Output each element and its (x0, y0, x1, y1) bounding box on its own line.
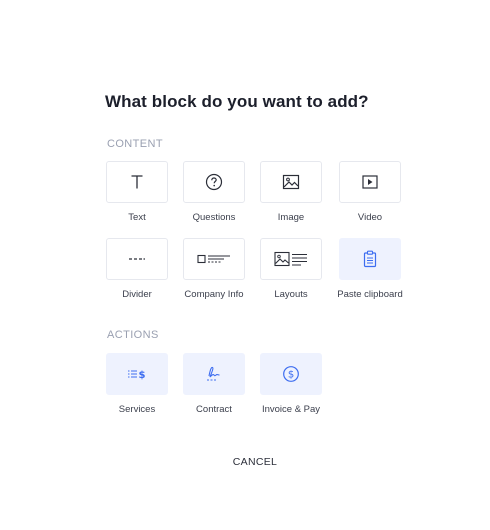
block-tile-divider[interactable] (106, 238, 168, 280)
block-tile-video[interactable] (339, 161, 401, 203)
video-play-icon (362, 175, 378, 189)
layouts-icon (274, 251, 307, 267)
signature-icon (207, 366, 220, 381)
block-label-paste-clipboard: Paste clipboard (337, 289, 403, 300)
question-circle-icon (205, 173, 223, 191)
company-info-icon (197, 254, 230, 264)
svg-text:$: $ (288, 370, 294, 381)
text-icon (131, 175, 143, 189)
block-label-video: Video (357, 212, 383, 223)
block-tile-services[interactable]: $ (106, 353, 168, 395)
cancel-button[interactable]: CANCEL (205, 454, 305, 470)
svg-text:$: $ (139, 370, 146, 380)
services-list-icon: $ (128, 370, 146, 380)
section-label-content: CONTENT (107, 138, 163, 150)
divider-icon (129, 258, 145, 260)
block-tile-invoice-pay[interactable]: $ (260, 353, 322, 395)
block-label-invoice-pay: Invoice & Pay (261, 404, 321, 415)
block-tile-contract[interactable] (183, 353, 245, 395)
add-block-dialog: What block do you want to add? CONTENT T… (0, 0, 490, 530)
block-tile-paste-clipboard[interactable] (339, 238, 401, 280)
section-label-actions: ACTIONS (107, 329, 159, 341)
block-tile-image[interactable] (260, 161, 322, 203)
block-tile-company-info[interactable] (183, 238, 245, 280)
dialog-title: What block do you want to add? (105, 92, 369, 111)
block-tile-layouts[interactable] (260, 238, 322, 280)
image-icon (282, 174, 300, 190)
block-tile-questions[interactable] (183, 161, 245, 203)
block-tile-text[interactable] (106, 161, 168, 203)
clipboard-icon (363, 250, 377, 268)
dollar-circle-icon: $ (283, 366, 299, 382)
